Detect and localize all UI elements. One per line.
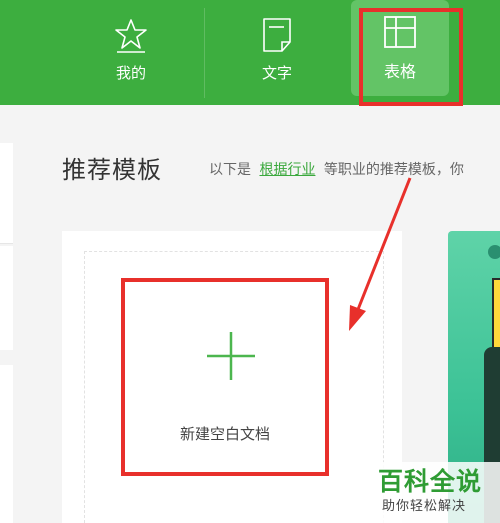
document-icon [263, 18, 291, 52]
decorative-dot [488, 245, 500, 259]
watermark-subtitle: 助你轻松解决 [382, 499, 467, 514]
tab-text[interactable]: 文字 [242, 0, 312, 105]
section-subtitle: 以下是 根据行业 等职业的推荐模板，你 [209, 159, 464, 179]
tab-divider [204, 8, 205, 98]
highlight-box-new-document [121, 278, 329, 476]
tab-mine[interactable]: 我的 [96, 0, 166, 105]
tab-text-label: 文字 [261, 64, 292, 82]
industry-link[interactable]: 根据行业 [259, 162, 315, 178]
watermark-title: 百科全说 [378, 467, 483, 496]
section-title: 推荐模板 [62, 156, 162, 184]
subtitle-suffix: 等职业的推荐模板，你 [323, 162, 464, 178]
star-icon [115, 19, 147, 53]
highlight-box-table-tab [359, 8, 463, 106]
side-panel-card [0, 143, 13, 244]
side-panel-card [0, 365, 13, 523]
subtitle-prefix: 以下是 [209, 162, 251, 178]
tab-mine-label: 我的 [115, 64, 146, 82]
side-panel-card [0, 246, 13, 350]
